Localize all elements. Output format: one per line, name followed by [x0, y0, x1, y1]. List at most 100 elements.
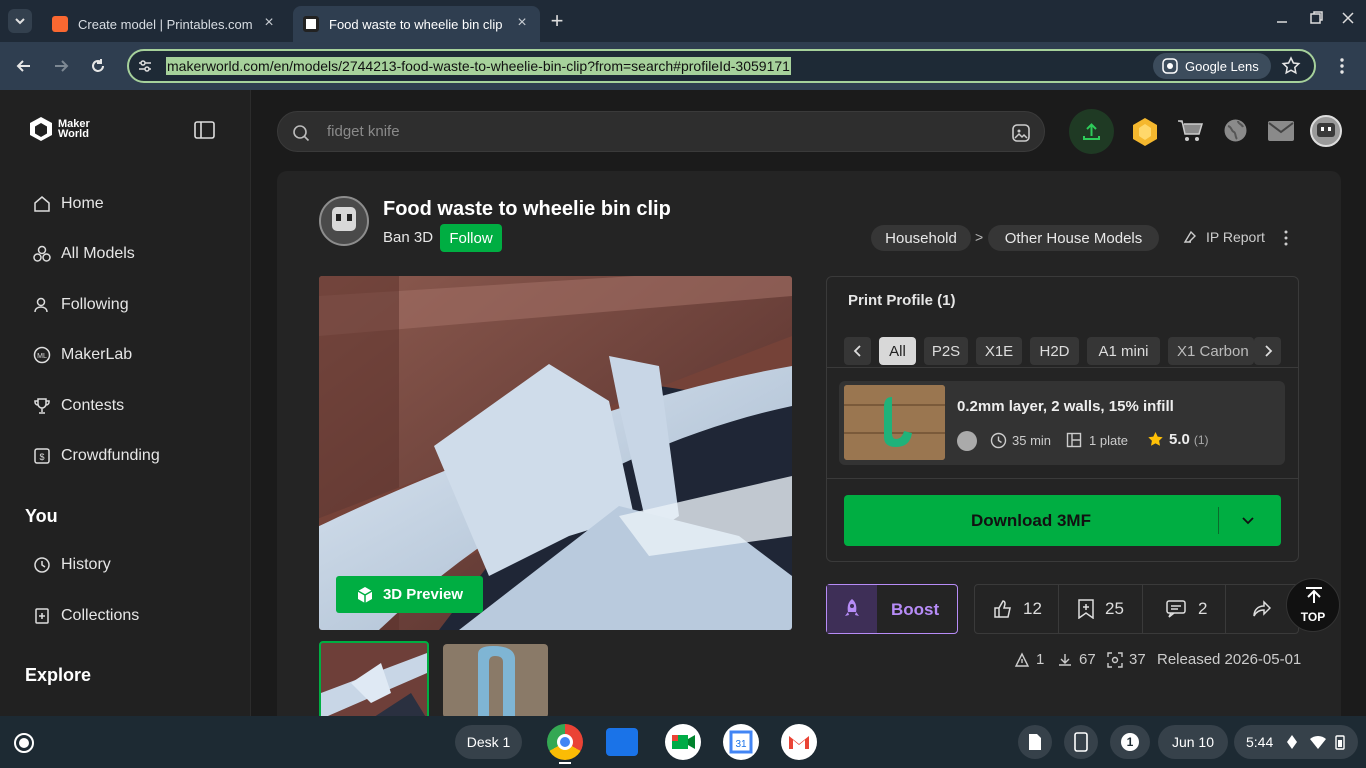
site-settings-icon[interactable]: [137, 58, 153, 74]
thumbnail-1[interactable]: [319, 641, 429, 721]
makerworld-logo[interactable]: Maker World: [28, 116, 90, 142]
sidebar-item-history[interactable]: History: [33, 553, 111, 577]
back-to-top-button[interactable]: TOP: [1286, 578, 1340, 632]
reload-icon[interactable]: [88, 56, 108, 76]
search-bar[interactable]: fidget knife: [277, 111, 1045, 152]
comment-button[interactable]: 2: [1166, 584, 1207, 634]
browser-tab-printables[interactable]: Create model | Printables.com ×: [42, 6, 287, 42]
holding-space-button[interactable]: [1018, 725, 1052, 759]
image-search-icon[interactable]: [1011, 123, 1031, 143]
tab-search-button[interactable]: [8, 9, 32, 33]
files-app-icon[interactable]: [606, 728, 638, 756]
sidebar-item-home[interactable]: Home: [33, 192, 104, 216]
launcher-button[interactable]: [11, 730, 37, 756]
sidebar: Maker World Home All Models Following ML…: [0, 90, 251, 716]
sidebar-item-collections[interactable]: Collections: [33, 604, 139, 628]
desk-button[interactable]: Desk 1: [455, 725, 522, 759]
profile-rating: 5.0 (1): [1147, 431, 1209, 448]
status-tray[interactable]: 5:44: [1234, 725, 1358, 759]
cart-icon[interactable]: [1177, 118, 1204, 144]
date-button[interactable]: Jun 10: [1158, 725, 1228, 759]
robot-avatar-icon: [1317, 123, 1335, 137]
sidebar-item-all-models[interactable]: All Models: [33, 242, 135, 266]
filter-prev-button[interactable]: [844, 337, 871, 365]
launcher-icon: [14, 733, 34, 753]
sidebar-item-contests[interactable]: Contests: [33, 394, 124, 418]
gmail-app-icon[interactable]: [781, 724, 817, 760]
points-badge[interactable]: [1131, 117, 1159, 147]
print-count: 1: [1014, 651, 1044, 668]
address-bar[interactable]: makerworld.com/en/models/2744213-food-wa…: [127, 49, 1316, 83]
print-profile-heading: Print Profile (1): [848, 292, 956, 309]
user-avatar[interactable]: [1310, 115, 1342, 147]
collect-button[interactable]: 25: [1077, 584, 1124, 634]
profile-author-avatar: [957, 431, 977, 451]
globe-icon[interactable]: [1223, 118, 1248, 143]
3d-preview-button[interactable]: 3D Preview: [336, 576, 483, 613]
search-input[interactable]: fidget knife: [327, 123, 400, 140]
filter-tab-x1-carbon[interactable]: X1 Carbon: [1168, 337, 1254, 365]
search-icon: [293, 125, 310, 142]
bookmark-star-icon[interactable]: [1281, 56, 1301, 76]
google-lens-label: Google Lens: [1185, 58, 1259, 74]
cube-icon: [357, 586, 373, 603]
gmail-icon: [789, 736, 809, 749]
breadcrumb-household[interactable]: Household: [871, 225, 971, 251]
action-divider: [1142, 585, 1143, 633]
filter-tab-h2d[interactable]: H2D: [1030, 337, 1079, 365]
phone-hub-button[interactable]: [1064, 725, 1098, 759]
makerlab-icon: ML: [33, 346, 51, 364]
comment-icon: [1166, 600, 1186, 618]
filter-tab-a1-mini[interactable]: A1 mini: [1087, 337, 1160, 365]
notification-count: 1: [1121, 733, 1139, 751]
sidebar-item-following[interactable]: Following: [33, 293, 129, 317]
like-button[interactable]: 12: [993, 584, 1042, 634]
chrome-app-icon[interactable]: [547, 724, 583, 760]
browser-menu-icon[interactable]: [1332, 56, 1352, 76]
close-tab-icon[interactable]: ×: [261, 15, 277, 31]
author-avatar[interactable]: [319, 196, 369, 246]
new-tab-button[interactable]: +: [546, 10, 568, 32]
models-icon: [33, 245, 51, 262]
thumbnail-2[interactable]: [443, 644, 548, 718]
browser-tab-makerworld[interactable]: Food waste to wheelie bin clip ×: [293, 6, 540, 42]
forward-arrow-icon[interactable]: [51, 56, 71, 76]
restore-window-button[interactable]: [1308, 10, 1324, 26]
makerworld-favicon-icon: [303, 16, 319, 32]
google-lens-button[interactable]: Google Lens: [1153, 53, 1271, 79]
breadcrumb-other-house-models[interactable]: Other House Models: [988, 225, 1159, 251]
filter-tab-all[interactable]: All: [879, 337, 916, 365]
more-options-icon[interactable]: [1278, 229, 1294, 247]
plate-count-value: 1 plate: [1089, 432, 1129, 448]
sidebar-item-makerlab[interactable]: ML MakerLab: [33, 343, 132, 367]
close-window-button[interactable]: [1340, 10, 1356, 26]
notification-button[interactable]: 1: [1110, 725, 1150, 759]
panel-divider: [827, 478, 1298, 479]
lens-icon: [1162, 58, 1178, 74]
sidebar-item-label: Contests: [61, 397, 125, 414]
back-arrow-icon[interactable]: [14, 56, 34, 76]
filter-tab-p2s[interactable]: P2S: [924, 337, 968, 365]
logo-text: Maker World: [58, 118, 90, 140]
filter-tab-x1e[interactable]: X1E: [976, 337, 1022, 365]
ip-report-link[interactable]: IP Report: [1182, 229, 1265, 245]
sidebar-item-crowdfunding[interactable]: $ Crowdfunding: [33, 444, 160, 468]
download-3mf-button[interactable]: Download 3MF: [844, 495, 1281, 546]
url-text[interactable]: makerworld.com/en/models/2744213-food-wa…: [166, 57, 791, 75]
filter-next-button[interactable]: [1254, 337, 1281, 365]
chevron-down-icon[interactable]: [1241, 513, 1255, 527]
close-tab-icon[interactable]: ×: [514, 15, 530, 31]
meet-app-icon[interactable]: [665, 724, 701, 760]
calendar-app-icon[interactable]: 31: [723, 724, 759, 760]
upload-button[interactable]: [1069, 109, 1114, 154]
svg-text:ML: ML: [37, 353, 47, 360]
mail-icon[interactable]: [1267, 120, 1295, 142]
boost-button[interactable]: Boost: [826, 584, 958, 634]
sidebar-toggle-icon[interactable]: [194, 121, 215, 139]
follow-button[interactable]: Follow: [440, 224, 502, 252]
share-icon[interactable]: [1252, 599, 1272, 619]
author-name[interactable]: Ban 3D: [383, 229, 433, 246]
minimize-window-button[interactable]: [1274, 10, 1290, 26]
green-clip-photo: [844, 385, 945, 460]
active-app-indicator: [559, 762, 571, 764]
